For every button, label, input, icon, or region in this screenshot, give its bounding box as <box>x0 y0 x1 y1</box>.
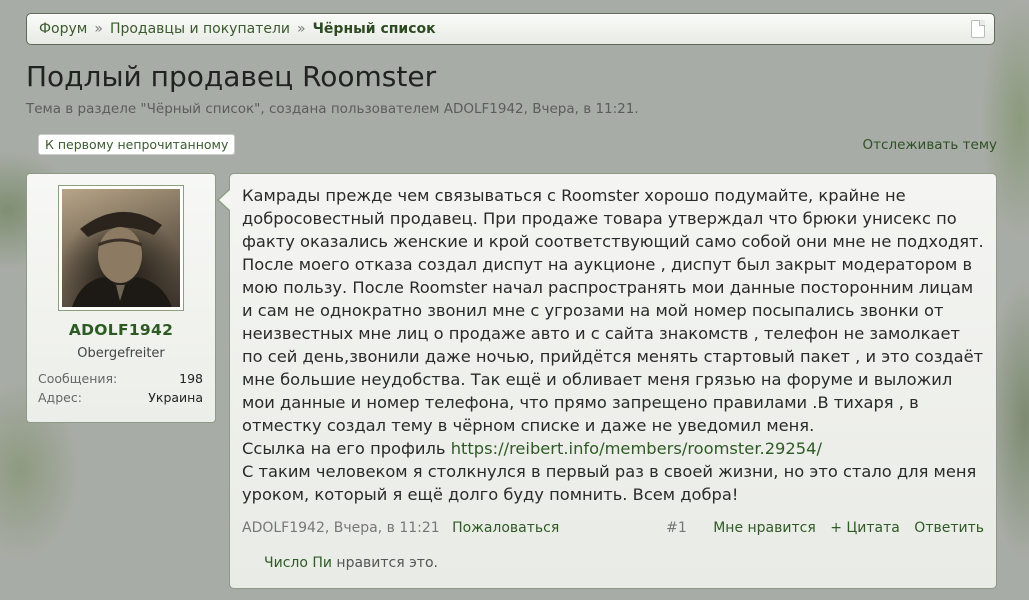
likes-summary: Число Пи нравится это. <box>264 555 438 571</box>
breadcrumb: Форум » Продавцы и покупатели » Чёрный с… <box>26 13 995 45</box>
page-icon[interactable] <box>971 20 985 38</box>
post-body: Камрады прежде чем связываться с Roomste… <box>242 184 987 506</box>
profile-link[interactable]: https://reibert.info/members/roomster.29… <box>451 439 822 458</box>
profile-link-label: Ссылка на его профиль <box>242 439 451 458</box>
thread-title: Подлый продавец Roomster <box>26 60 437 93</box>
thread-meta: Тема в разделе "Чёрный список", создана … <box>26 101 639 117</box>
reply-button[interactable]: Ответить <box>914 520 984 536</box>
breadcrumb-separator: » <box>297 21 306 37</box>
breadcrumb-blacklist[interactable]: Чёрный список <box>313 21 436 37</box>
user-stat-location: Адрес: Украина <box>38 390 203 405</box>
avatar[interactable] <box>58 185 184 311</box>
breadcrumb-forum[interactable]: Форум <box>39 21 87 37</box>
stat-value[interactable]: 198 <box>179 371 203 386</box>
username[interactable]: ADOLF1942 <box>27 321 215 339</box>
post-date[interactable]: Вчера, в 11:21 <box>334 520 440 536</box>
stat-label: Адрес: <box>38 390 82 405</box>
user-card: ADOLF1942 Obergefreiter Сообщения: 198 А… <box>26 173 216 423</box>
avatar-photo <box>62 189 180 307</box>
quote-button[interactable]: + Цитата <box>830 520 900 536</box>
liker-link[interactable]: Число Пи <box>264 555 332 571</box>
user-stat-messages: Сообщения: 198 <box>38 371 203 386</box>
stat-label: Сообщения: <box>38 371 118 386</box>
post-author[interactable]: ADOLF1942 <box>242 520 325 536</box>
post-closing: С таким человеком я столкнулся в первый … <box>242 462 977 504</box>
first-unread-button[interactable]: К первому непрочитанному <box>38 134 236 155</box>
breadcrumb-sellers-buyers[interactable]: Продавцы и покупатели <box>110 21 290 37</box>
user-rank: Obergefreiter <box>77 346 165 361</box>
post: Камрады прежде чем связываться с Roomste… <box>217 173 997 589</box>
like-button[interactable]: Мне нравится <box>713 520 816 536</box>
post-number[interactable]: #1 <box>666 520 687 536</box>
breadcrumb-separator: » <box>94 21 103 37</box>
watch-thread-link[interactable]: Отслеживать тему <box>863 137 997 153</box>
post-text: Камрады прежде чем связываться с Roomste… <box>242 186 984 435</box>
stat-value[interactable]: Украина <box>148 390 203 405</box>
post-pointer-fill <box>219 189 231 211</box>
likes-text: нравится это. <box>331 555 438 571</box>
report-link[interactable]: Пожаловаться <box>452 520 559 536</box>
